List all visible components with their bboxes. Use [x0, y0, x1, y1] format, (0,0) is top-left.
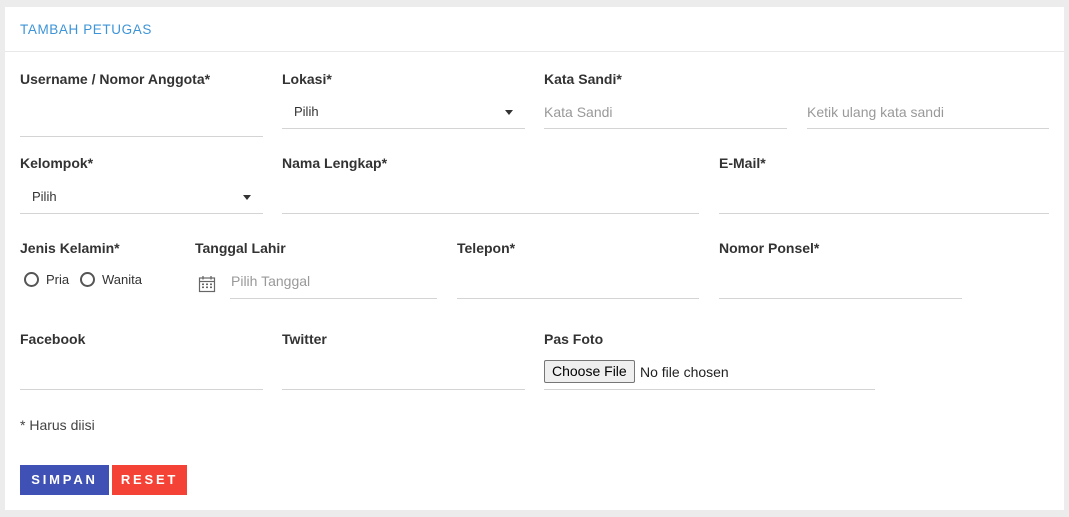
tanggal-lahir-placeholder: Pilih Tanggal — [231, 273, 311, 289]
telepon-input[interactable] — [457, 289, 699, 299]
kata-sandi-label: Kata Sandi* — [544, 71, 622, 87]
kelompok-selected: Pilih — [32, 189, 57, 204]
save-button[interactable]: SIMPAN — [20, 465, 109, 495]
nama-lengkap-input[interactable] — [282, 204, 699, 214]
facebook-label: Facebook — [20, 331, 86, 347]
email-label: E-Mail* — [719, 155, 766, 171]
file-status: No file chosen — [640, 364, 729, 380]
kelompok-label: Kelompok* — [20, 155, 94, 171]
tanggal-lahir-label: Tanggal Lahir — [195, 240, 286, 256]
username-label: Username / Nomor Anggota* — [20, 71, 211, 87]
chevron-down-icon — [505, 110, 513, 115]
chevron-down-icon — [243, 195, 251, 200]
username-input[interactable] — [20, 127, 263, 137]
choose-file-button[interactable]: Choose File — [544, 360, 635, 383]
twitter-label: Twitter — [282, 331, 327, 347]
konfirmasi-sandi-input[interactable]: Ketik ulang kata sandi — [807, 94, 1049, 129]
lokasi-selected: Pilih — [294, 104, 319, 119]
twitter-input[interactable] — [282, 380, 525, 390]
calendar-icon — [198, 276, 216, 293]
lokasi-select[interactable]: Pilih — [282, 94, 525, 129]
radio-wanita[interactable] — [80, 272, 95, 287]
tanggal-lahir-input[interactable]: Pilih Tanggal — [230, 264, 437, 299]
nomor-ponsel-input[interactable] — [719, 289, 962, 299]
konfirmasi-sandi-placeholder: Ketik ulang kata sandi — [807, 104, 944, 120]
email-input[interactable] — [719, 204, 1049, 214]
radio-wanita-label: Wanita — [102, 272, 142, 287]
card-header: TAMBAH PETUGAS — [5, 7, 1064, 52]
kata-sandi-input[interactable]: Kata Sandi — [544, 94, 787, 129]
nomor-ponsel-label: Nomor Ponsel* — [719, 240, 820, 256]
radio-pria[interactable] — [24, 272, 39, 287]
kelompok-select[interactable]: Pilih — [20, 179, 263, 214]
facebook-input[interactable] — [20, 380, 263, 390]
nama-lengkap-label: Nama Lengkap* — [282, 155, 388, 171]
radio-pria-label: Pria — [46, 272, 70, 287]
jenis-kelamin-label: Jenis Kelamin* — [20, 240, 120, 256]
kata-sandi-placeholder: Kata Sandi — [544, 104, 613, 120]
pas-foto-label: Pas Foto — [544, 331, 604, 347]
reset-button[interactable]: RESET — [112, 465, 187, 495]
page-title: TAMBAH PETUGAS — [20, 22, 152, 37]
form-card: TAMBAH PETUGAS Username / Nomor Anggota*… — [5, 7, 1064, 510]
telepon-label: Telepon* — [457, 240, 516, 256]
required-note: * Harus diisi — [20, 417, 95, 433]
lokasi-label: Lokasi* — [282, 71, 332, 87]
